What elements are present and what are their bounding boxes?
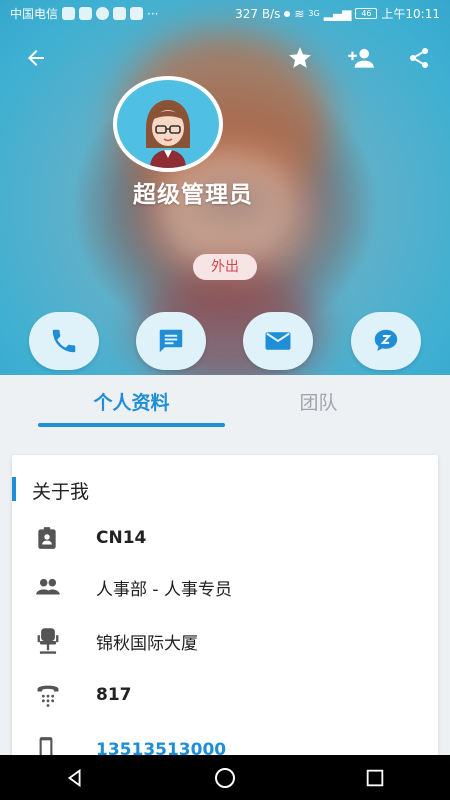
email-button[interactable] xyxy=(243,312,313,370)
department: 人事部 - 人事专员 xyxy=(96,579,232,600)
office-location: 锦秋国际大厦 xyxy=(96,633,198,654)
signal-icon: ▂▄▆ xyxy=(323,6,352,21)
share-icon[interactable] xyxy=(405,44,433,72)
employee-id: CN14 xyxy=(96,528,147,548)
avatar[interactable] xyxy=(113,76,223,172)
z-bubble-icon xyxy=(374,329,398,351)
clock: 上午10:11 xyxy=(381,7,440,21)
about-card: 关于我 CN14 人事部 - 人事专员 锦秋国际大厦 817 135135130… xyxy=(12,455,438,765)
section-accent-bar xyxy=(12,477,16,501)
mail-icon xyxy=(265,332,291,350)
add-person-icon[interactable] xyxy=(344,44,378,72)
people-icon xyxy=(36,578,60,595)
wifi-icon: ≋ xyxy=(294,6,305,21)
more-notifications-icon: ··· xyxy=(147,6,159,21)
office-chair-icon xyxy=(37,628,59,654)
system-navigation-bar xyxy=(0,755,450,800)
message-notification-icon xyxy=(96,7,110,20)
top-action-bar xyxy=(0,40,450,76)
chat-app-button[interactable] xyxy=(351,312,421,370)
message-button[interactable] xyxy=(136,312,206,370)
network-speed: 327 B/s xyxy=(235,6,281,21)
profile-tabs: 个人资料 团队 xyxy=(0,375,450,435)
tab-team[interactable]: 团队 xyxy=(225,375,412,431)
app-notification-icon xyxy=(62,7,76,20)
phone-icon xyxy=(52,329,76,353)
chat-icon xyxy=(159,329,183,353)
extension-number[interactable]: 817 xyxy=(96,685,132,705)
carrier-label: 中国电信 xyxy=(10,7,59,21)
badge-icon xyxy=(38,527,56,549)
employee-id-row: CN14 xyxy=(12,518,438,558)
star-icon[interactable] xyxy=(286,44,314,72)
profile-header: 超级管理员 外出 xyxy=(0,0,450,375)
app-notification-icon xyxy=(79,7,93,20)
network-type: 3G xyxy=(308,9,320,18)
call-button[interactable] xyxy=(29,312,99,370)
system-status-bar: 中国电信 ··· 327 B/s ≋ 3G ▂▄▆ 46 上午10:11 xyxy=(0,0,450,27)
desk-phone-icon xyxy=(37,685,59,707)
section-title: 关于我 xyxy=(32,481,90,503)
extension-row: 817 xyxy=(12,675,438,715)
avatar-illustration xyxy=(117,80,219,168)
profile-name: 超级管理员 xyxy=(133,182,253,208)
department-row: 人事部 - 人事专员 xyxy=(12,567,438,607)
app-notification-icon xyxy=(113,7,127,20)
recents-square-icon[interactable] xyxy=(364,767,386,789)
location-row: 锦秋国际大厦 xyxy=(12,621,438,661)
location-icon xyxy=(284,10,291,17)
active-tab-indicator xyxy=(38,423,225,427)
back-triangle-icon[interactable] xyxy=(64,767,86,789)
status-badge: 外出 xyxy=(193,254,257,280)
back-arrow-icon[interactable] xyxy=(22,44,50,72)
battery-icon: 46 xyxy=(355,8,378,19)
home-circle-icon[interactable] xyxy=(213,766,237,790)
app-notification-icon xyxy=(130,7,144,20)
